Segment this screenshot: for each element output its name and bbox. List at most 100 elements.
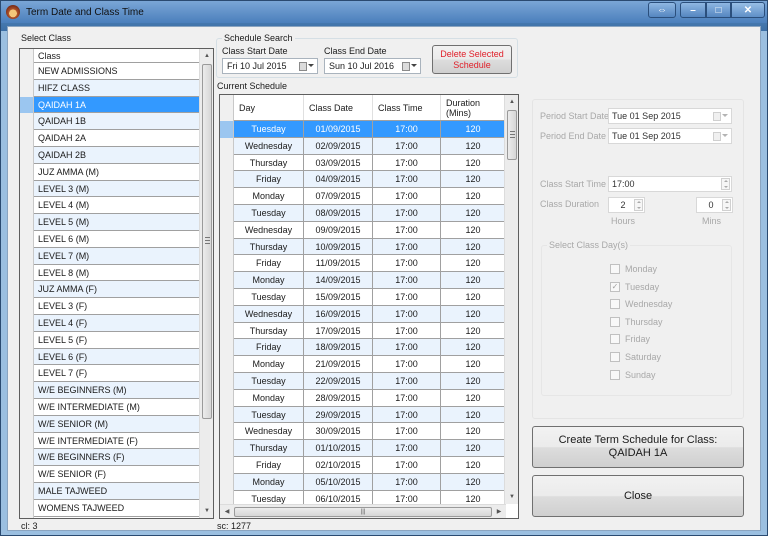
row-header[interactable] bbox=[220, 255, 234, 273]
class-name-cell[interactable]: W/E BEGINNERS (M) bbox=[34, 382, 201, 399]
duration-cell[interactable]: 120 bbox=[441, 406, 506, 424]
class-list-item[interactable]: MALE TAJWEED bbox=[20, 482, 201, 500]
row-header[interactable] bbox=[20, 79, 34, 97]
row-header[interactable] bbox=[220, 389, 234, 407]
dropdown-arrow-icon[interactable] bbox=[308, 64, 314, 67]
row-header[interactable] bbox=[20, 298, 34, 315]
class-list-item[interactable]: LEVEL 4 (F) bbox=[20, 314, 201, 332]
class-date-cell[interactable]: 07/09/2015 bbox=[304, 188, 373, 205]
schedule-row[interactable]: Monday 28/09/2015 17:00 120 bbox=[220, 389, 506, 407]
row-header[interactable] bbox=[20, 163, 34, 181]
class-date-cell[interactable]: 14/09/2015 bbox=[304, 272, 373, 289]
day-cell[interactable]: Monday bbox=[234, 473, 304, 491]
row-header[interactable] bbox=[20, 281, 34, 299]
day-cell[interactable]: Friday bbox=[234, 171, 304, 189]
class-time-cell[interactable]: 17:00 bbox=[373, 406, 441, 424]
hscroll-thumb[interactable]: ||| bbox=[234, 507, 492, 517]
maximize-button[interactable]: □ bbox=[706, 2, 731, 18]
class-name-cell[interactable]: QAIDAH 2A bbox=[34, 130, 201, 147]
duration-cell[interactable]: 120 bbox=[441, 356, 506, 373]
row-header[interactable] bbox=[220, 154, 234, 172]
schedule-row[interactable]: Monday 21/09/2015 17:00 120 bbox=[220, 356, 506, 373]
class-name-cell[interactable]: LEVEL 4 (F) bbox=[34, 314, 201, 332]
class-name-cell[interactable]: JUZ AMMA (M) bbox=[34, 163, 201, 181]
class-list-item[interactable]: LEVEL 5 (F) bbox=[20, 331, 201, 349]
class-list-item[interactable]: QAIDAH 2B bbox=[20, 146, 201, 164]
class-date-cell[interactable]: 10/09/2015 bbox=[304, 238, 373, 256]
day-checkbox-saturday[interactable]: Saturday bbox=[610, 352, 661, 362]
schedule-hscrollbar[interactable]: ◀ ||| ▶ bbox=[220, 504, 506, 518]
schedule-row[interactable]: Tuesday 15/09/2015 17:00 120 bbox=[220, 288, 506, 306]
row-header[interactable] bbox=[20, 146, 34, 164]
row-header[interactable] bbox=[220, 406, 234, 424]
class-date-cell[interactable]: 22/09/2015 bbox=[304, 372, 373, 390]
row-header[interactable] bbox=[220, 121, 234, 138]
row-header[interactable] bbox=[20, 398, 34, 416]
spinner-icon[interactable] bbox=[634, 199, 643, 211]
checkbox-icon[interactable] bbox=[610, 334, 620, 345]
calendar-icon[interactable] bbox=[402, 62, 410, 71]
day-cell[interactable]: Monday bbox=[234, 188, 304, 205]
class-list-item[interactable]: W/E BEGINNERS (F) bbox=[20, 449, 201, 467]
class-name-cell[interactable]: JUZ AMMA (F) bbox=[34, 281, 201, 299]
class-date-cell[interactable]: 29/09/2015 bbox=[304, 406, 373, 424]
column-header-duration[interactable]: Duration (Mins) bbox=[441, 95, 506, 120]
class-date-cell[interactable]: 21/09/2015 bbox=[304, 356, 373, 373]
class-date-cell[interactable]: 01/10/2015 bbox=[304, 440, 373, 457]
checkbox-icon[interactable] bbox=[610, 352, 620, 362]
schedule-row[interactable]: Monday 14/09/2015 17:00 120 bbox=[220, 272, 506, 289]
class-name-cell[interactable]: W/E BEGINNERS (F) bbox=[34, 449, 201, 467]
day-cell[interactable]: Monday bbox=[234, 356, 304, 373]
duration-cell[interactable]: 120 bbox=[441, 288, 506, 306]
class-name-cell[interactable]: W/E INTERMEDIATE (F) bbox=[34, 432, 201, 450]
class-date-cell[interactable]: 03/09/2015 bbox=[304, 154, 373, 172]
day-cell[interactable]: Wednesday bbox=[234, 305, 304, 323]
row-header[interactable] bbox=[20, 214, 34, 231]
class-list-item[interactable]: W/E SENIOR (M) bbox=[20, 415, 201, 433]
class-date-cell[interactable]: 02/10/2015 bbox=[304, 456, 373, 474]
class-date-cell[interactable]: 11/09/2015 bbox=[304, 255, 373, 273]
duration-cell[interactable]: 120 bbox=[441, 238, 506, 256]
period-end-date-picker[interactable]: Tue 01 Sep 2015 bbox=[608, 128, 732, 144]
row-header[interactable] bbox=[20, 264, 34, 282]
row-header[interactable] bbox=[20, 499, 34, 517]
checkbox-icon[interactable] bbox=[610, 316, 620, 327]
day-cell[interactable]: Wednesday bbox=[234, 137, 304, 155]
class-list-item[interactable]: HIFZ CLASS bbox=[20, 79, 201, 97]
class-time-cell[interactable]: 17:00 bbox=[373, 305, 441, 323]
duration-cell[interactable]: 120 bbox=[441, 188, 506, 205]
row-header[interactable] bbox=[220, 272, 234, 289]
duration-cell[interactable]: 120 bbox=[441, 389, 506, 407]
swap-button[interactable]: ⇔ bbox=[648, 2, 676, 18]
minimize-button[interactable]: – bbox=[680, 2, 706, 18]
day-cell[interactable]: Monday bbox=[234, 272, 304, 289]
duration-cell[interactable]: 120 bbox=[441, 121, 506, 138]
row-header[interactable] bbox=[20, 449, 34, 467]
duration-cell[interactable]: 120 bbox=[441, 339, 506, 357]
schedule-row[interactable]: Friday 18/09/2015 17:00 120 bbox=[220, 339, 506, 357]
day-cell[interactable]: Wednesday bbox=[234, 423, 304, 441]
duration-cell[interactable]: 120 bbox=[441, 137, 506, 155]
class-name-cell[interactable]: LEVEL 5 (F) bbox=[34, 331, 201, 349]
class-name-cell[interactable]: W/E SENIOR (F) bbox=[34, 466, 201, 483]
day-checkbox-monday[interactable]: Monday bbox=[610, 264, 657, 274]
class-time-cell[interactable]: 17:00 bbox=[373, 322, 441, 340]
duration-cell[interactable]: 120 bbox=[441, 305, 506, 323]
class-name-cell[interactable]: LEVEL 7 (F) bbox=[34, 365, 201, 383]
class-name-cell[interactable]: NEW ADMISSIONS bbox=[34, 63, 201, 80]
class-date-cell[interactable]: 05/10/2015 bbox=[304, 473, 373, 491]
class-name-cell[interactable]: LEVEL 4 (M) bbox=[34, 197, 201, 215]
class-name-cell[interactable]: QAIDAH 1B bbox=[34, 113, 201, 131]
duration-cell[interactable]: 120 bbox=[441, 473, 506, 491]
spinner-icon[interactable] bbox=[721, 178, 730, 190]
class-list-item[interactable]: LEVEL 3 (M) bbox=[20, 180, 201, 198]
class-list-item[interactable]: LEVEL 5 (M) bbox=[20, 214, 201, 231]
duration-mins-input[interactable]: 0 bbox=[696, 197, 733, 213]
day-cell[interactable]: Tuesday bbox=[234, 406, 304, 424]
class-date-cell[interactable]: 17/09/2015 bbox=[304, 322, 373, 340]
class-list-item[interactable]: LEVEL 4 (M) bbox=[20, 197, 201, 215]
day-cell[interactable]: Monday bbox=[234, 389, 304, 407]
class-date-cell[interactable]: 15/09/2015 bbox=[304, 288, 373, 306]
class-name-cell[interactable]: WOMENS TAJWEED bbox=[34, 499, 201, 517]
class-time-cell[interactable]: 17:00 bbox=[373, 272, 441, 289]
